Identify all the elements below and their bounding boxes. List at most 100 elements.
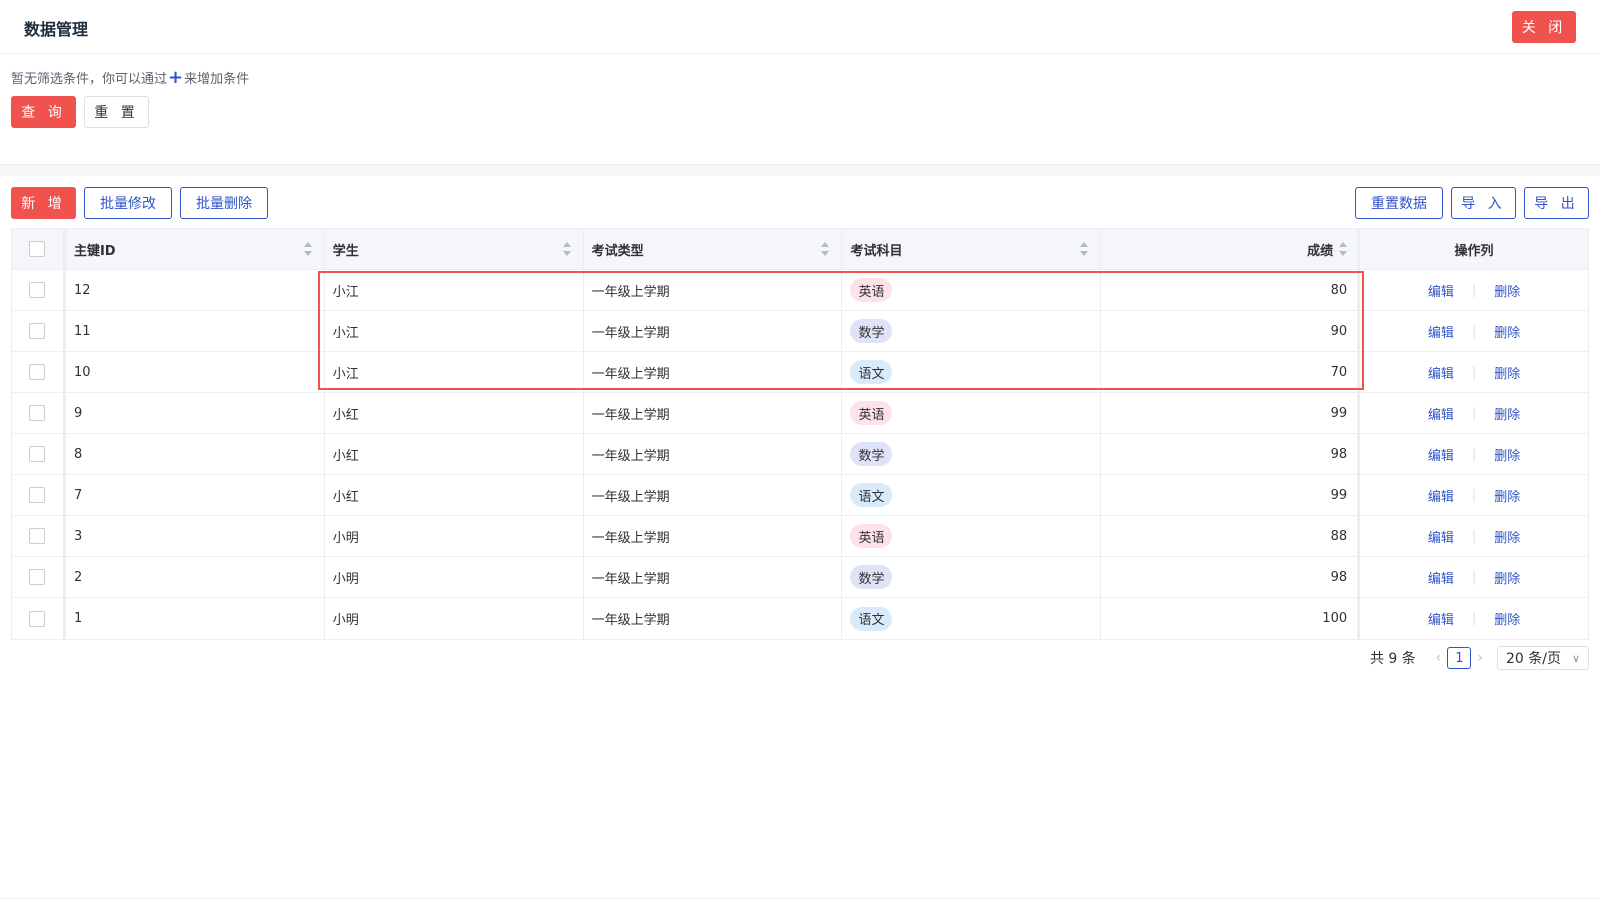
data-table: 主键ID 学生 考试类型 考试科目 成绩 操作列 12 小江 一年级上学期 英语 80 编…	[11, 228, 1589, 640]
cell-subject: 数学	[842, 311, 1102, 351]
sort-icon[interactable]	[1080, 242, 1089, 256]
page-number-current[interactable]: 1	[1447, 647, 1472, 669]
column-header-score[interactable]: 成绩	[1101, 229, 1361, 269]
cell-subject: 英语	[842, 516, 1102, 556]
sort-icon[interactable]	[303, 242, 312, 256]
column-header-id[interactable]: 主键ID	[66, 229, 325, 269]
select-all-checkbox[interactable]	[29, 241, 46, 257]
cell-ops: 编辑 | 删除	[1360, 475, 1589, 515]
cell-exam-type: 一年级上学期	[584, 557, 843, 597]
row-checkbox[interactable]	[29, 282, 46, 298]
export-button[interactable]: 导 出	[1524, 187, 1589, 219]
add-button[interactable]: 新 增	[11, 187, 76, 219]
cell-id: 8	[66, 434, 325, 474]
row-checkbox-cell	[12, 475, 66, 515]
sort-icon[interactable]	[821, 242, 830, 256]
table-row: 2 小明 一年级上学期 数学 98 编辑 | 删除	[12, 557, 1589, 598]
delete-link[interactable]: 删除	[1494, 322, 1520, 341]
page-size-label: 20 条/页	[1506, 651, 1561, 667]
cell-exam-type: 一年级上学期	[584, 516, 843, 556]
cell-subject: 英语	[842, 270, 1102, 310]
subject-tag: 数学	[850, 442, 893, 466]
query-button[interactable]: 查 询	[11, 96, 76, 128]
column-header-label: 学生	[332, 243, 359, 259]
subject-tag: 语文	[850, 360, 893, 384]
cell-ops: 编辑 | 删除	[1360, 393, 1589, 433]
panel-divider	[0, 164, 1600, 176]
close-button[interactable]: 关 闭	[1512, 11, 1576, 43]
prev-page-icon[interactable]: ‹	[1436, 650, 1442, 666]
cell-score: 70	[1101, 352, 1361, 392]
column-header-ops: 操作列	[1360, 229, 1589, 269]
subject-tag: 数学	[850, 565, 893, 589]
sort-icon[interactable]	[562, 242, 571, 256]
table-row: 12 小江 一年级上学期 英语 80 编辑 | 删除	[12, 270, 1589, 311]
cell-score: 99	[1101, 393, 1361, 433]
op-separator: |	[1471, 446, 1477, 462]
plus-icon[interactable]: +	[168, 68, 183, 86]
row-checkbox[interactable]	[29, 446, 46, 462]
delete-link[interactable]: 删除	[1494, 609, 1520, 628]
row-checkbox[interactable]	[29, 405, 46, 421]
edit-link[interactable]: 编辑	[1428, 527, 1454, 546]
cell-id: 11	[66, 311, 325, 351]
row-checkbox-cell	[12, 393, 66, 433]
cell-subject: 数学	[842, 557, 1102, 597]
op-separator: |	[1471, 282, 1477, 298]
cell-id: 1	[66, 598, 325, 639]
edit-link[interactable]: 编辑	[1428, 281, 1454, 300]
row-checkbox[interactable]	[29, 364, 46, 380]
column-header-label: 主键ID	[73, 243, 116, 259]
delete-link[interactable]: 删除	[1494, 445, 1520, 464]
cell-score: 99	[1101, 475, 1361, 515]
edit-link[interactable]: 编辑	[1428, 609, 1454, 628]
cell-subject: 语文	[842, 475, 1102, 515]
pagination: 共 9 条 ‹ 1 › 20 条/页 ∨	[1370, 646, 1589, 670]
chevron-down-icon: ∨	[1571, 651, 1580, 665]
row-checkbox[interactable]	[29, 323, 46, 339]
subject-tag: 英语	[850, 278, 893, 302]
edit-link[interactable]: 编辑	[1428, 404, 1454, 423]
edit-link[interactable]: 编辑	[1428, 322, 1454, 341]
row-checkbox[interactable]	[29, 569, 46, 585]
cell-student: 小红	[325, 393, 584, 433]
import-button[interactable]: 导 入	[1451, 187, 1516, 219]
cell-ops: 编辑 | 删除	[1360, 311, 1589, 351]
table-row: 8 小红 一年级上学期 数学 98 编辑 | 删除	[12, 434, 1589, 475]
filter-hint-text-after: 来增加条件	[184, 72, 250, 87]
sort-icon[interactable]	[1339, 242, 1348, 256]
cell-score: 90	[1101, 311, 1361, 351]
edit-link[interactable]: 编辑	[1428, 363, 1454, 382]
batch-edit-button[interactable]: 批量修改	[84, 187, 172, 219]
row-checkbox[interactable]	[29, 487, 46, 503]
reset-button[interactable]: 重 置	[84, 96, 149, 128]
batch-delete-button[interactable]: 批量删除	[180, 187, 268, 219]
delete-link[interactable]: 删除	[1494, 568, 1520, 587]
delete-link[interactable]: 删除	[1494, 363, 1520, 382]
delete-link[interactable]: 删除	[1494, 404, 1520, 423]
column-header-exam-type[interactable]: 考试类型	[584, 229, 843, 269]
reset-data-button[interactable]: 重置数据	[1355, 187, 1443, 219]
delete-link[interactable]: 删除	[1494, 486, 1520, 505]
cell-subject: 语文	[842, 352, 1102, 392]
column-header-student[interactable]: 学生	[325, 229, 584, 269]
delete-link[interactable]: 删除	[1494, 527, 1520, 546]
column-header-label: 成绩	[1307, 243, 1334, 259]
delete-link[interactable]: 删除	[1494, 281, 1520, 300]
op-separator: |	[1471, 528, 1477, 544]
cell-score: 80	[1101, 270, 1361, 310]
subject-tag: 语文	[850, 483, 893, 507]
op-separator: |	[1471, 405, 1477, 421]
row-checkbox-cell	[12, 516, 66, 556]
cell-ops: 编辑 | 删除	[1360, 516, 1589, 556]
edit-link[interactable]: 编辑	[1428, 568, 1454, 587]
edit-link[interactable]: 编辑	[1428, 486, 1454, 505]
column-header-subject[interactable]: 考试科目	[842, 229, 1102, 269]
row-checkbox[interactable]	[29, 610, 46, 627]
cell-ops: 编辑 | 删除	[1360, 270, 1589, 310]
page-size-select[interactable]: 20 条/页 ∨	[1497, 646, 1589, 670]
next-page-icon[interactable]: ›	[1477, 650, 1483, 666]
edit-link[interactable]: 编辑	[1428, 445, 1454, 464]
total-count: 共 9 条	[1369, 651, 1416, 667]
row-checkbox[interactable]	[29, 528, 46, 544]
